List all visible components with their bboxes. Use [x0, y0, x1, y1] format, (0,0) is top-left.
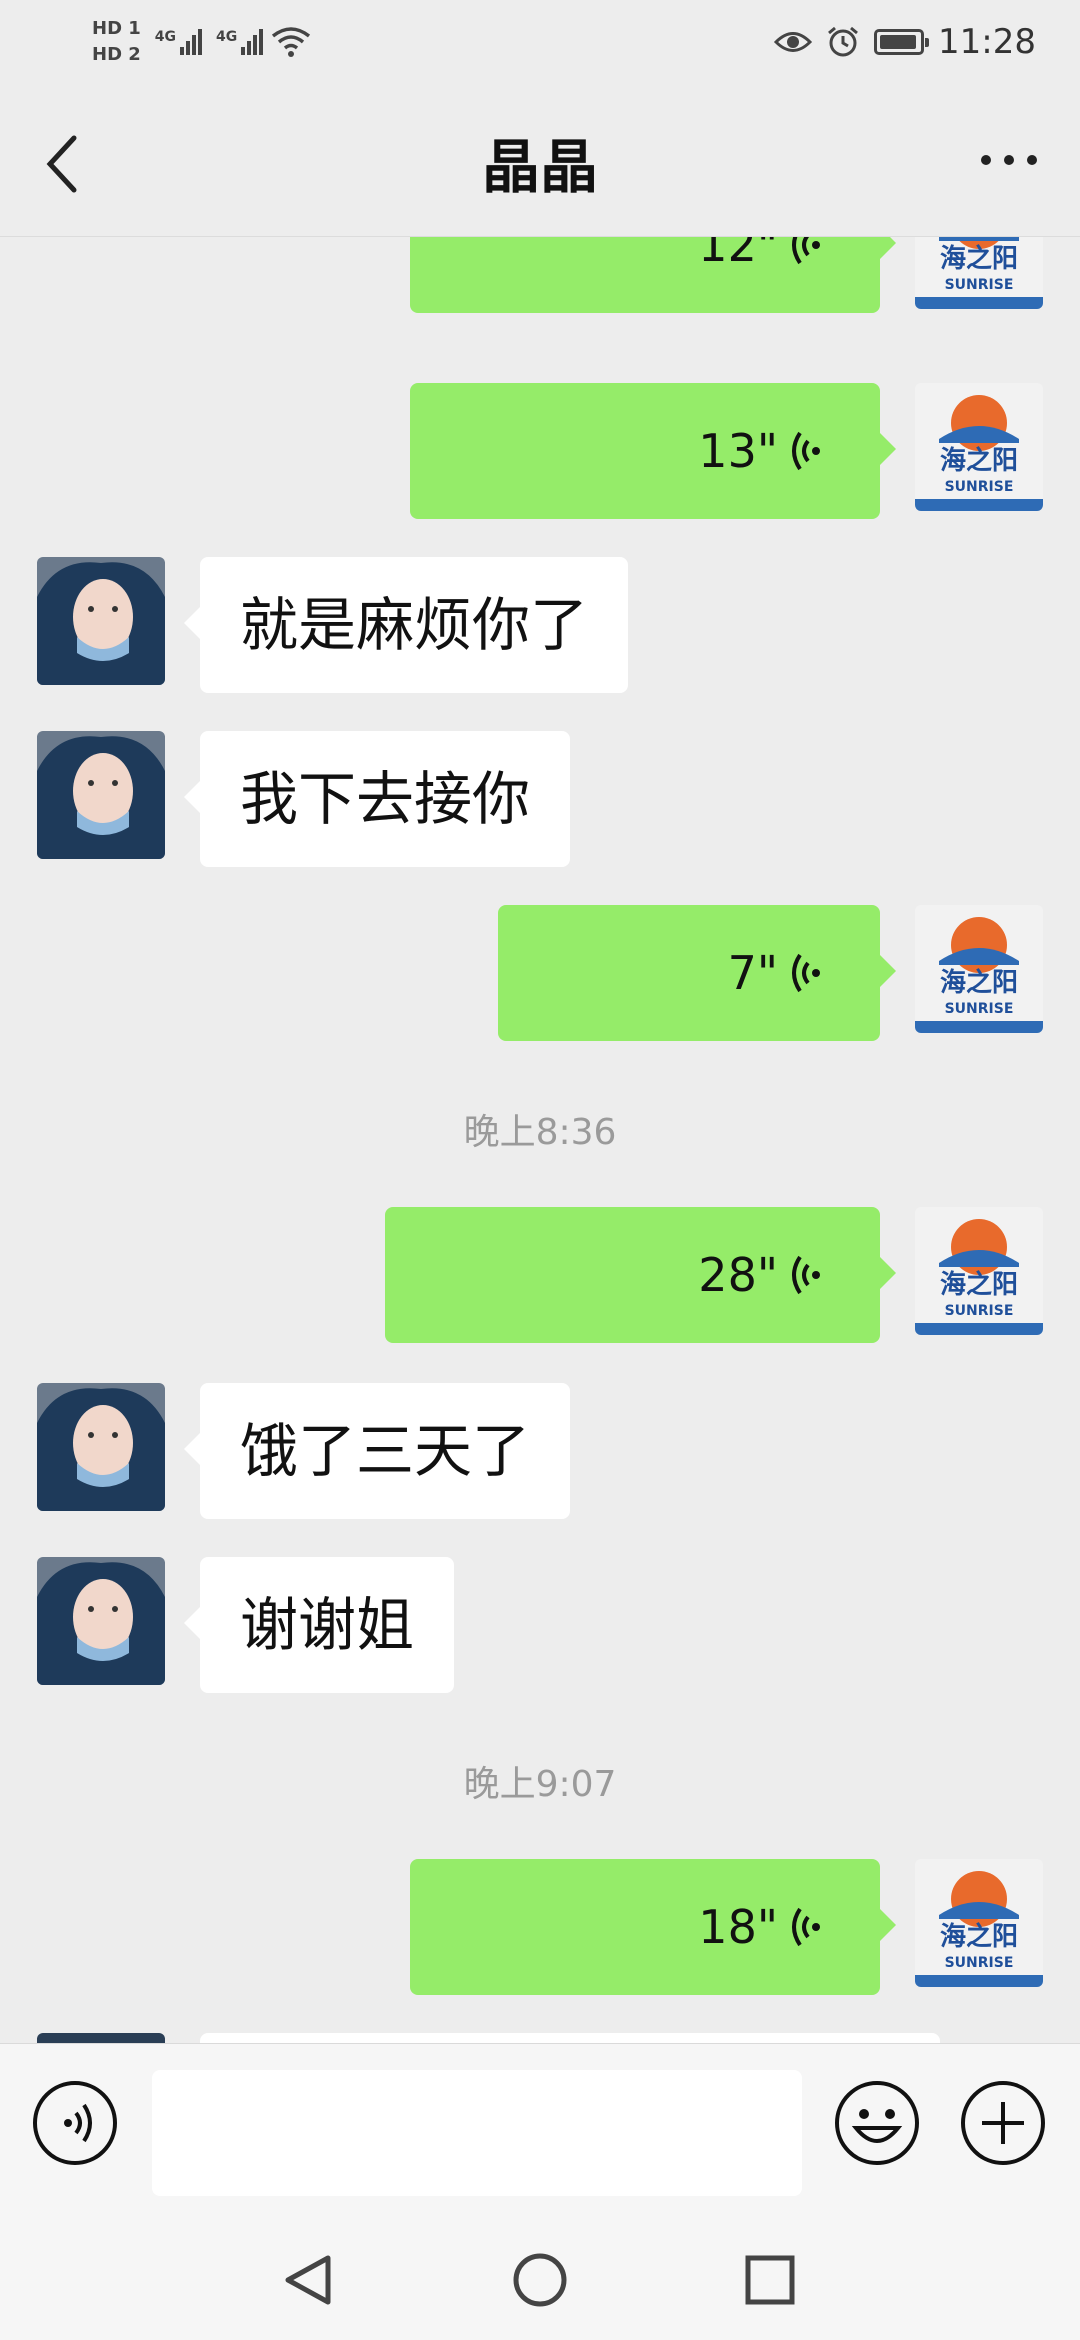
voice-bubble[interactable]: 13" — [410, 383, 896, 519]
chat-title: 晶晶 — [481, 133, 598, 201]
svg-text:海之阳: 海之阳 — [940, 243, 1018, 274]
svg-text:海之阳: 海之阳 — [940, 445, 1018, 476]
voice-duration: 28" — [698, 1248, 778, 1302]
voice-wave-icon — [792, 237, 820, 265]
voice-duration: 13" — [698, 424, 778, 478]
svg-text:海之阳: 海之阳 — [940, 1269, 1018, 1300]
signal-icon-1: 4G — [154, 29, 203, 55]
timestamp: 晚上8:36 — [463, 1112, 617, 1153]
nav-back-icon[interactable] — [280, 2250, 340, 2310]
message-outgoing: 18" 海之阳 SUNRISE — [0, 1859, 1080, 1995]
voice-bubble[interactable]: 28" — [385, 1207, 896, 1343]
status-left: HD 1 HD 2 4G 4G — [92, 14, 311, 70]
svg-text:SUNRISE: SUNRISE — [945, 479, 1014, 495]
input-bar — [0, 2043, 1080, 2200]
message-incoming: 谢谢姐 — [0, 1557, 1080, 1693]
sim2-label: HD 2 — [92, 44, 141, 65]
voice-wave-icon — [792, 1907, 820, 1947]
status-bar: HD 1 HD 2 4G 4G 11:28 — [0, 0, 1080, 84]
message-outgoing: 12" 海之阳 SUNRISE — [0, 237, 1080, 313]
message-outgoing: 13" 海之阳 SUNRISE — [0, 383, 1080, 519]
status-right: 11:28 — [774, 18, 1036, 66]
avatar-contact[interactable] — [37, 1383, 165, 1511]
voice-bubble[interactable]: 7" — [498, 905, 896, 1041]
message-list[interactable]: 12" 海之阳 SUNRISE 13" 海之阳 SUNRISE 就是麻烦你了 我… — [0, 237, 1080, 2043]
message-input[interactable] — [152, 2070, 802, 2196]
status-time: 11:28 — [938, 22, 1036, 62]
text-bubble[interactable]: 我下去接你 — [183, 731, 571, 867]
avatar-self[interactable]: 海之阳 SUNRISE — [915, 1207, 1043, 1335]
avatar-contact[interactable] — [37, 731, 165, 859]
timestamp: 晚上9:07 — [463, 1764, 617, 1805]
network-type-2: 4G — [216, 29, 238, 45]
text-bubble[interactable]: 谢谢姐 — [183, 1557, 455, 1693]
message-text: 我下去接你 — [240, 765, 531, 833]
avatar-contact[interactable] — [37, 557, 165, 685]
network-type-1: 4G — [154, 29, 177, 45]
voice-input-icon[interactable] — [32, 2080, 118, 2166]
more-dots-icon[interactable] — [974, 140, 1044, 180]
svg-text:海之阳: 海之阳 — [940, 967, 1018, 998]
message-incoming: 我下去接你 — [0, 731, 1080, 867]
message-incoming-partial — [0, 2033, 1080, 2043]
nav-recents-icon[interactable] — [740, 2250, 800, 2310]
message-text: 饿了三天了 — [240, 1417, 531, 1485]
svg-text:SUNRISE: SUNRISE — [945, 1303, 1014, 1319]
avatar-self[interactable]: 海之阳 SUNRISE — [915, 237, 1043, 309]
message-incoming: 就是麻烦你了 — [0, 557, 1080, 693]
sim1-label: HD 1 — [92, 18, 141, 39]
voice-duration: 12" — [698, 237, 778, 272]
system-nav-bar — [0, 2200, 1080, 2340]
message-incoming: 饿了三天了 — [0, 1383, 1080, 1519]
avatar-contact[interactable] — [37, 1557, 165, 1685]
voice-duration: 18" — [698, 1900, 778, 1954]
eye-icon — [774, 32, 813, 52]
message-text: 谢谢姐 — [240, 1591, 415, 1659]
voice-duration: 7" — [727, 946, 778, 1000]
voice-wave-icon — [792, 1255, 820, 1295]
svg-text:SUNRISE: SUNRISE — [945, 277, 1014, 293]
text-bubble[interactable]: 饿了三天了 — [183, 1383, 571, 1519]
avatar-self[interactable]: 海之阳 SUNRISE — [915, 1859, 1043, 1987]
message-outgoing: 28" 海之阳 SUNRISE — [0, 1207, 1080, 1343]
sim-indicators: HD 1 HD 2 — [92, 18, 141, 66]
voice-bubble[interactable]: 12" — [410, 237, 896, 313]
emoji-icon[interactable] — [834, 2080, 920, 2166]
nav-home-icon[interactable] — [510, 2250, 570, 2310]
plus-icon[interactable] — [960, 2080, 1046, 2166]
voice-wave-icon — [792, 953, 820, 993]
voice-bubble[interactable]: 18" — [410, 1859, 896, 1995]
avatar-self[interactable]: 海之阳 SUNRISE — [915, 905, 1043, 1033]
avatar-self[interactable]: 海之阳 SUNRISE — [915, 383, 1043, 511]
alarm-icon — [828, 26, 858, 57]
svg-text:SUNRISE: SUNRISE — [945, 1955, 1014, 1971]
message-outgoing: 7" 海之阳 SUNRISE — [0, 905, 1080, 1041]
wifi-icon — [272, 27, 311, 57]
message-text: 就是麻烦你了 — [240, 591, 589, 659]
battery-icon — [874, 29, 930, 55]
svg-text:海之阳: 海之阳 — [940, 1921, 1018, 1952]
signal-icon-2: 4G — [216, 29, 264, 55]
voice-wave-icon — [792, 431, 820, 471]
text-bubble[interactable]: 就是麻烦你了 — [183, 557, 629, 693]
svg-text:SUNRISE: SUNRISE — [945, 1001, 1014, 1017]
chat-header: 晶晶 — [0, 84, 1080, 237]
